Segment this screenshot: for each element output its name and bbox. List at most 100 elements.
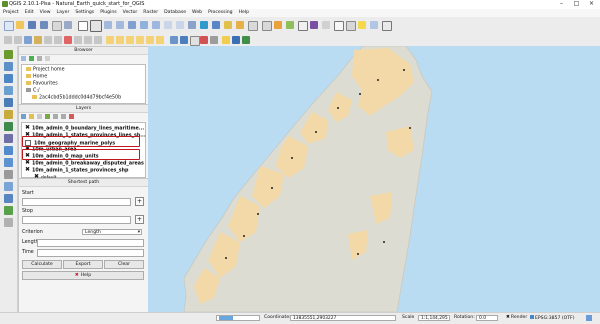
clear-button[interactable]: Clear — [104, 260, 144, 269]
new-shapefile-icon[interactable] — [4, 182, 13, 191]
label-pin-icon[interactable] — [116, 36, 124, 44]
label-rotate-icon[interactable] — [146, 36, 154, 44]
menu-database[interactable]: Database — [161, 9, 189, 17]
zoom-next-icon[interactable] — [176, 21, 184, 29]
python-console-icon[interactable] — [222, 36, 230, 44]
menu-vector[interactable]: Vector — [120, 9, 141, 17]
plugin-icon[interactable] — [190, 36, 200, 46]
menu-plugins[interactable]: Plugins — [97, 9, 119, 17]
render-checkbox[interactable]: ✖Render — [506, 315, 527, 320]
close-icon[interactable]: × — [585, 0, 598, 8]
new-project-icon[interactable] — [4, 21, 14, 31]
zoom-native-icon[interactable] — [188, 21, 196, 29]
export-button[interactable]: Export — [63, 260, 103, 269]
menu-web[interactable]: Web — [189, 9, 205, 17]
show-bookmarks-icon[interactable] — [346, 21, 356, 31]
zoom-layer-icon[interactable] — [140, 21, 148, 29]
refresh-icon[interactable] — [200, 21, 208, 29]
georeferencer-icon[interactable] — [200, 36, 208, 44]
add-wfs-icon[interactable] — [4, 146, 13, 155]
pick-stop-button[interactable]: + — [135, 215, 144, 224]
menu-edit[interactable]: Edit — [22, 9, 37, 17]
pan-map-icon[interactable] — [78, 21, 88, 31]
layer-item-maritime-boundaries[interactable]: ✖ 10m_admin_0_boundary_lines_maritime... — [25, 125, 144, 132]
zoom-last-icon[interactable] — [164, 21, 172, 29]
menu-project[interactable]: Project — [0, 9, 22, 17]
save-as-icon[interactable] — [40, 21, 48, 29]
coordinate-capture-icon[interactable] — [210, 36, 218, 44]
zoom-full-icon[interactable] — [128, 21, 136, 29]
coordinate-field[interactable]: 13835551,2903227 — [290, 315, 396, 321]
browser-filter-icon[interactable] — [37, 56, 42, 61]
label-change-icon[interactable] — [156, 36, 164, 44]
messages-icon[interactable] — [586, 315, 592, 321]
layer-checked-icon[interactable]: ✖ — [25, 160, 30, 166]
stop-point-field[interactable] — [22, 216, 131, 224]
node-tool-icon[interactable] — [54, 36, 62, 44]
menu-settings[interactable]: Settings — [72, 9, 97, 17]
browser-item-home[interactable]: Home — [26, 74, 47, 80]
layer-item-disputed-areas[interactable]: ✖ 10m_admin_0_breakaway_disputed_areas — [25, 160, 144, 167]
composer-manager-icon[interactable] — [64, 21, 72, 29]
label-move-icon[interactable] — [136, 36, 144, 44]
digitize-icon[interactable] — [4, 36, 12, 44]
browser-item-favourites[interactable]: Favourites — [26, 81, 58, 87]
browser-refresh-icon[interactable] — [29, 56, 34, 61]
layer-item-provinces[interactable]: ✖ 10m_admin_1_states_provinces_shp — [25, 167, 128, 174]
print-composer-icon[interactable] — [52, 21, 62, 31]
maximize-icon[interactable]: □ — [570, 0, 583, 8]
filter-legend-icon[interactable] — [45, 114, 50, 119]
collapse-all-icon[interactable] — [61, 114, 66, 119]
map-canvas[interactable] — [148, 46, 600, 312]
add-delimited-text-icon[interactable] — [4, 158, 13, 167]
pick-start-button[interactable]: + — [135, 197, 144, 206]
manage-visibility-icon[interactable] — [37, 114, 42, 119]
add-vector-icon[interactable] — [4, 50, 13, 59]
browser-add-icon[interactable] — [21, 56, 26, 61]
select-expression-icon[interactable] — [236, 21, 244, 29]
browser-item-project-home[interactable]: Project home — [26, 67, 65, 73]
help-icon[interactable] — [382, 21, 392, 31]
menu-view[interactable]: View — [37, 9, 54, 17]
open-project-icon[interactable] — [16, 21, 24, 29]
label-show-icon[interactable] — [126, 36, 134, 44]
bookmark-icon[interactable] — [334, 21, 344, 31]
delete-selected-icon[interactable] — [64, 36, 72, 44]
menu-help[interactable]: Help — [236, 9, 252, 17]
select-features-icon[interactable] — [224, 21, 232, 29]
zoom-in-icon[interactable] — [104, 21, 112, 29]
zoom-selection-icon[interactable] — [152, 21, 160, 29]
text-annotation-icon[interactable] — [358, 21, 366, 29]
time-output-field[interactable] — [37, 249, 144, 257]
processing-toolbox-icon[interactable] — [232, 36, 240, 44]
add-wcs-icon[interactable] — [4, 134, 13, 143]
measure-icon[interactable] — [298, 21, 308, 31]
add-spatialite-icon[interactable] — [4, 86, 13, 95]
minimize-icon[interactable]: – — [555, 0, 568, 8]
browser-collapse-icon[interactable] — [45, 56, 50, 61]
expand-all-icon[interactable] — [53, 114, 58, 119]
add-raster-icon[interactable] — [4, 62, 13, 71]
menu-processing[interactable]: Processing — [205, 9, 236, 17]
paste-features-icon[interactable] — [94, 36, 102, 44]
add-virtual-layer-icon[interactable] — [4, 170, 13, 179]
add-postgis-icon[interactable] — [4, 74, 13, 83]
save-edits-icon[interactable] — [24, 36, 32, 44]
crs-status[interactable]: EPSG:3857 (OTF) — [530, 315, 575, 321]
length-output-field[interactable] — [37, 239, 144, 247]
remove-layer-icon[interactable] — [69, 114, 74, 119]
layer-checked-icon[interactable]: ✖ — [25, 125, 30, 131]
db-manager-icon[interactable] — [170, 36, 178, 44]
add-mssql-icon[interactable] — [4, 98, 13, 107]
add-arcgis-icon[interactable] — [4, 218, 13, 227]
calculate-button[interactable]: Calculate — [22, 260, 62, 269]
map-tips-icon[interactable] — [322, 21, 330, 29]
start-point-field[interactable] — [22, 198, 131, 206]
layer-checked-icon[interactable]: ✖ — [25, 167, 30, 173]
scale-select[interactable]: 1:1,144,295 — [418, 315, 450, 321]
label-icon[interactable] — [106, 36, 114, 44]
menu-layer[interactable]: Layer — [54, 9, 73, 17]
move-feature-icon[interactable] — [44, 36, 52, 44]
edit-icon[interactable] — [14, 36, 22, 44]
attribute-table-icon[interactable] — [262, 21, 272, 31]
